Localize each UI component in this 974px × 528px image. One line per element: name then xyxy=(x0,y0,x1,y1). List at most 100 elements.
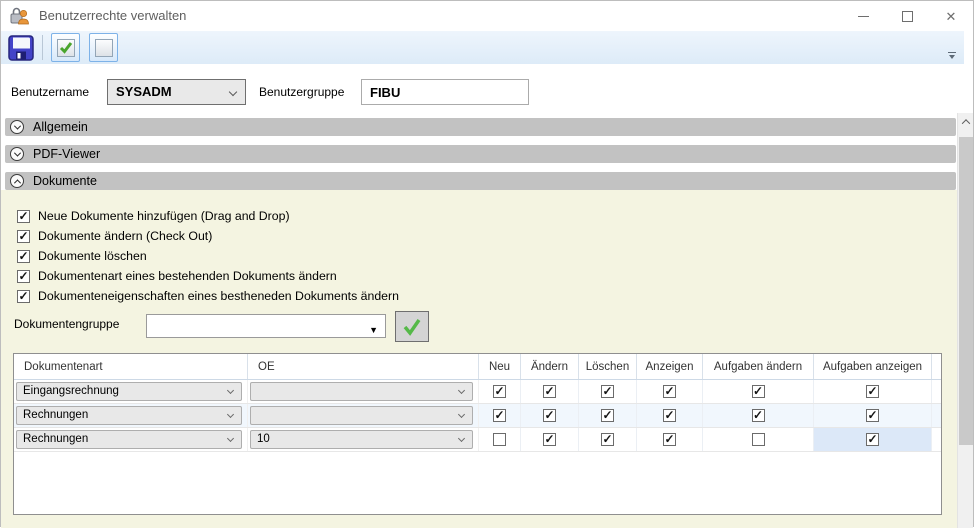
dokumentenart-select[interactable]: Eingangsrechnung xyxy=(16,382,242,401)
maximize-icon xyxy=(902,11,913,22)
minimize-button[interactable] xyxy=(841,1,885,31)
column-header: Löschen xyxy=(579,354,637,379)
benutzername-label: Benutzername xyxy=(11,79,89,105)
window-title: Benutzerrechte verwalten xyxy=(39,1,186,31)
checkbox-checked[interactable]: ✓ xyxy=(543,409,556,422)
check-mark-icon: ✓ xyxy=(18,230,28,242)
check-mark-icon: ✓ xyxy=(544,409,554,421)
checkbox-checked[interactable]: ✓ xyxy=(17,250,30,263)
check-mark-icon: ✓ xyxy=(602,409,612,421)
permission-label: Dokumente ändern (Check Out) xyxy=(38,229,212,243)
row-filler xyxy=(932,404,941,427)
table-row: Eingangsrechnung ✓ ✓ ✓ ✓ ✓ ✓ xyxy=(14,380,941,404)
close-icon: ✕ xyxy=(946,10,957,23)
checkbox-checked[interactable]: ✓ xyxy=(752,409,765,422)
vertical-scrollbar[interactable] xyxy=(957,113,973,528)
check-mark-icon: ✓ xyxy=(544,433,554,445)
column-header: OE xyxy=(248,354,479,379)
scrollbar-thumb[interactable] xyxy=(959,137,973,445)
toolbar xyxy=(1,31,964,64)
checkbox-checked[interactable]: ✓ xyxy=(493,385,506,398)
column-header-filler xyxy=(932,354,941,379)
column-header: Dokumentenart xyxy=(14,354,248,379)
dokumentenart-value: Rechnungen xyxy=(23,433,88,445)
oe-select[interactable]: 10 xyxy=(250,430,473,449)
checkbox-checked[interactable]: ✓ xyxy=(663,433,676,446)
toolbar-separator xyxy=(42,35,43,60)
close-button[interactable]: ✕ xyxy=(929,1,973,31)
benutzergruppe-input[interactable] xyxy=(361,79,529,105)
checkbox-checked[interactable]: ✓ xyxy=(17,210,30,223)
oe-cell: 10 xyxy=(248,428,479,451)
chevron-down-icon xyxy=(458,411,465,418)
checkbox-checked[interactable]: ✓ xyxy=(17,230,30,243)
section-header-dokumente[interactable]: Dokumente xyxy=(5,172,956,190)
oe-cell xyxy=(248,380,479,403)
apply-group-button[interactable] xyxy=(395,311,429,342)
dokumentenart-value: Eingangsrechnung xyxy=(23,385,119,397)
benutzergruppe-label: Benutzergruppe xyxy=(259,79,344,105)
check-mark-icon: ✓ xyxy=(18,290,28,302)
permission-cell: ✓ xyxy=(521,428,579,451)
benutzername-select[interactable]: SYSADM xyxy=(107,79,246,105)
check-mark-icon: ✓ xyxy=(18,250,28,262)
permission-cell: ✓ xyxy=(637,428,703,451)
permission-cell xyxy=(479,428,521,451)
row-filler xyxy=(932,380,941,403)
oe-select[interactable] xyxy=(250,382,473,401)
check-mark-icon: ✓ xyxy=(18,270,28,282)
expander-chevron-icon xyxy=(10,120,24,134)
dokumentenart-cell: Rechnungen xyxy=(14,428,248,451)
dropdown-arrow-icon: ▼ xyxy=(369,319,378,341)
maximize-button[interactable] xyxy=(885,1,929,31)
checkbox-unchecked[interactable] xyxy=(752,433,765,446)
dokumentenart-select[interactable]: Rechnungen xyxy=(16,430,242,449)
checkbox-checked[interactable]: ✓ xyxy=(866,433,879,446)
permission-label: Dokumenteneigenschaften eines besthenede… xyxy=(38,289,399,303)
checkbox-checked[interactable]: ✓ xyxy=(601,385,614,398)
checkbox-checked[interactable]: ✓ xyxy=(17,270,30,283)
check-mark-icon: ✓ xyxy=(494,385,504,397)
checkbox-checked[interactable]: ✓ xyxy=(17,290,30,303)
permission-label: Neue Dokumente hinzufügen (Drag and Drop… xyxy=(38,209,290,223)
minimize-icon xyxy=(858,16,869,17)
column-header: Aufgaben anzeigen xyxy=(814,354,932,379)
check-mark-icon: ✓ xyxy=(18,210,28,222)
chevron-down-icon xyxy=(227,435,234,442)
save-button[interactable] xyxy=(7,34,34,61)
check-mark-icon: ✓ xyxy=(544,385,554,397)
check-mark-icon: ✓ xyxy=(602,433,612,445)
select-all-button[interactable] xyxy=(51,33,80,62)
check-mark-icon: ✓ xyxy=(867,385,877,397)
permission-item: ✓ Dokumenteneigenschaften eines besthened… xyxy=(17,286,399,306)
oe-select[interactable] xyxy=(250,406,473,425)
checkbox-checked[interactable]: ✓ xyxy=(493,409,506,422)
section-header-pdf-viewer[interactable]: PDF-Viewer xyxy=(5,145,956,163)
dokumentengruppe-label: Dokumentengruppe xyxy=(14,312,119,336)
checkbox-unchecked[interactable] xyxy=(493,433,506,446)
checkbox-checked[interactable]: ✓ xyxy=(663,409,676,422)
permission-cell: ✓ xyxy=(521,380,579,403)
check-mark-icon: ✓ xyxy=(664,409,674,421)
dokumentenart-select[interactable]: Rechnungen xyxy=(16,406,242,425)
permission-cell: ✓ xyxy=(703,380,814,403)
permission-cell: ✓ xyxy=(579,428,637,451)
checkbox-checked[interactable]: ✓ xyxy=(543,433,556,446)
checkbox-checked[interactable]: ✓ xyxy=(543,385,556,398)
chevron-down-icon xyxy=(227,411,234,418)
scroll-up-button[interactable] xyxy=(958,113,973,130)
permission-item: ✓ Neue Dokumente hinzufügen (Drag and Dro… xyxy=(17,206,399,226)
checkbox-checked[interactable]: ✓ xyxy=(663,385,676,398)
dokumentengruppe-select[interactable]: ▼ xyxy=(146,314,386,338)
section-header-allgemein[interactable]: Allgemein xyxy=(5,118,956,136)
deselect-all-button[interactable] xyxy=(89,33,118,62)
green-check-icon xyxy=(400,316,424,338)
checkbox-checked[interactable]: ✓ xyxy=(601,409,614,422)
checkbox-checked[interactable]: ✓ xyxy=(601,433,614,446)
permission-label: Dokumente löschen xyxy=(38,249,147,263)
checkbox-checked-icon xyxy=(57,39,75,57)
checkbox-checked[interactable]: ✓ xyxy=(866,409,879,422)
checkbox-checked[interactable]: ✓ xyxy=(866,385,879,398)
toolbar-overflow-icon[interactable] xyxy=(947,52,956,59)
checkbox-checked[interactable]: ✓ xyxy=(752,385,765,398)
